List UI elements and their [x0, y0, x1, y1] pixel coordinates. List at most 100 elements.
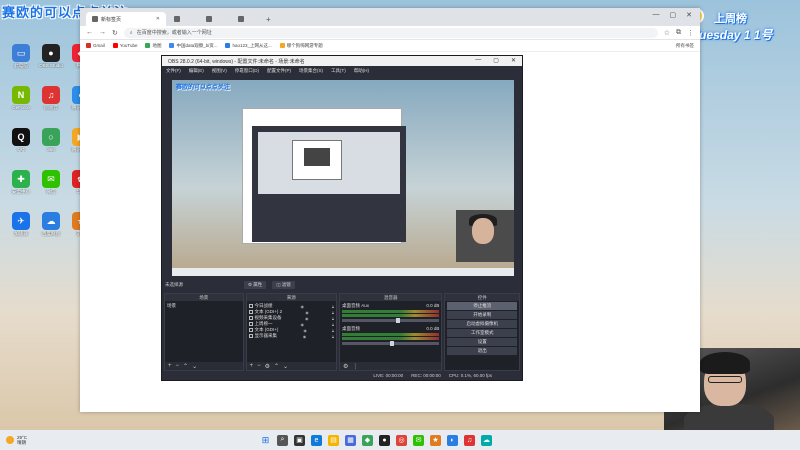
weather-widget[interactable]: 29°C 晴朗 [0, 435, 60, 446]
lock-icon[interactable]: 🔒︎ [332, 316, 334, 321]
eye-icon[interactable]: ◉ [303, 334, 307, 339]
close-icon[interactable]: ✕ [156, 16, 160, 22]
tab-2[interactable] [168, 12, 198, 26]
app4-icon[interactable]: ♫ [464, 434, 475, 446]
filters-button[interactable]: ◫ 滤镜 [272, 281, 295, 289]
chevron-down-icon[interactable]: ⌄ [192, 363, 197, 370]
app2-icon[interactable]: ★ [430, 434, 441, 446]
obs-menu-item[interactable]: 停靠窗口(D) [235, 68, 259, 74]
slider-handle[interactable] [396, 318, 401, 323]
all-bookmarks[interactable]: 所有书签 [676, 43, 694, 49]
bookmark-item[interactable]: Gmail [86, 43, 105, 48]
source-type-icon [248, 334, 253, 338]
task-view-icon[interactable]: ▣ [294, 434, 305, 446]
obs-menu-item[interactable]: 工具(T) [331, 68, 346, 74]
control-button[interactable]: 设置 [447, 338, 517, 346]
source-item[interactable]: 显示器采集 ◉ 🔒︎ [248, 333, 334, 339]
bookmark-item[interactable]: YouTube [112, 43, 137, 48]
control-button[interactable]: 退出 [447, 347, 517, 355]
lock-icon[interactable]: 🔒︎ [332, 322, 334, 327]
reload-icon[interactable]: ↻ [112, 29, 118, 37]
obs-menu-item[interactable]: 场景集合(S) [299, 68, 323, 74]
chevron-up-icon[interactable]: ⌃ [183, 363, 188, 370]
menu-icon[interactable]: ⋮ [687, 29, 694, 37]
desktop-icon[interactable]: ○ 360 [36, 128, 66, 152]
windows-icon[interactable]: ⊞ [260, 435, 271, 446]
control-button[interactable]: 停止推流 [447, 302, 517, 310]
address-input[interactable]: ⌕ 在百度中搜索，或者输入一个网址 [123, 27, 658, 38]
chevron-up-icon[interactable]: ⌃ [274, 363, 279, 370]
lock-icon[interactable]: 🔒︎ [332, 334, 334, 339]
chevron-down-icon[interactable]: ⌄ [283, 363, 288, 370]
forward-icon[interactable]: → [99, 29, 106, 36]
eye-icon[interactable]: ◉ [305, 310, 309, 315]
bookmark-item[interactable]: 哪个狗嗨网游专题 [279, 43, 323, 49]
file-explorer-icon[interactable]: ▤ [328, 434, 339, 446]
lock-icon[interactable]: 🔒︎ [332, 328, 334, 333]
desktop-icon[interactable]: ● OBS Studio [36, 44, 66, 68]
tab-3[interactable] [200, 12, 230, 26]
extensions-icon[interactable]: ⧉ [676, 29, 681, 37]
desktop-icon[interactable]: N GeForce [6, 86, 36, 110]
eye-icon[interactable]: ◉ [305, 316, 309, 321]
volume-slider[interactable] [342, 318, 440, 323]
obs-menu-item[interactable]: 文件(F) [166, 68, 181, 74]
desktop-icon[interactable]: Q QQ [6, 128, 36, 152]
store-icon[interactable]: ▦ [345, 434, 356, 446]
obs-menu-item[interactable]: 帮助(H) [354, 68, 369, 74]
minimize-icon[interactable]: — [475, 57, 481, 64]
bookmark-item[interactable]: 地图 [145, 43, 161, 49]
lock-icon[interactable]: 🔒︎ [332, 310, 334, 315]
obs-icon[interactable]: ● [379, 434, 390, 446]
close-icon[interactable]: ✕ [511, 57, 516, 64]
chrome-icon[interactable]: ◎ [396, 434, 407, 446]
new-tab-button[interactable]: + [266, 15, 271, 26]
app5-icon[interactable]: ☁ [481, 434, 492, 446]
close-icon[interactable]: ✕ [686, 11, 692, 19]
wechat-icon[interactable]: ✉ [413, 434, 424, 446]
scene-item[interactable]: 场景 [167, 303, 241, 309]
bookmark-item[interactable]: hao123_上网从这... [225, 43, 272, 49]
gear-icon[interactable]: ⚙ [265, 363, 270, 370]
search-icon[interactable]: ⌕ [277, 434, 288, 446]
tab-4[interactable] [232, 12, 262, 26]
desktop-icon[interactable]: ✚ 安全中心 [6, 170, 36, 195]
obs-menu-item[interactable]: 配置文件(P) [267, 68, 291, 74]
desktop-icon[interactable]: ♫ 网易云 [36, 86, 66, 111]
gear-icon[interactable]: ⚙ [343, 363, 348, 370]
add-icon[interactable]: + [250, 363, 254, 369]
control-button[interactable]: 启动虚拟摄像机 [447, 320, 517, 328]
app3-icon[interactable]: ◐ [447, 434, 458, 446]
control-button[interactable]: 开始录制 [447, 311, 517, 319]
lock-icon[interactable]: 🔒︎ [332, 304, 334, 309]
obs-menu-item[interactable]: 视图(V) [212, 68, 227, 74]
star-icon[interactable]: ☆ [664, 29, 670, 37]
volume-slider[interactable] [342, 341, 440, 346]
obs-preview[interactable]: 赛欧的可以点点关注 [172, 80, 514, 276]
remove-icon[interactable]: − [257, 363, 261, 369]
eye-icon[interactable]: ◉ [303, 328, 307, 333]
obs-menu-item[interactable]: 编辑(E) [189, 68, 204, 74]
back-icon[interactable]: ← [86, 29, 93, 36]
tab-active[interactable]: 新标签页 ✕ [86, 12, 166, 26]
control-button[interactable]: 工作室模式 [447, 329, 517, 337]
app-icon[interactable]: ◆ [362, 434, 373, 446]
properties-button[interactable]: ⚙ 属性 [244, 281, 267, 289]
eye-icon[interactable]: ◉ [300, 322, 304, 327]
remove-icon[interactable]: − [176, 363, 180, 369]
app-icon: ☁ [42, 212, 60, 230]
scenes-dock: 场景 场景 + − ⌃ ⌄ [164, 293, 244, 371]
maximize-icon[interactable]: ▢ [493, 57, 499, 64]
bookmark-item[interactable]: 中国data观察_bi资... [169, 43, 217, 49]
add-icon[interactable]: + [168, 363, 172, 369]
desktop-icon[interactable]: ✈ 加速器 [6, 212, 36, 237]
maximize-icon[interactable]: ▢ [670, 11, 677, 19]
desktop-icon[interactable]: ☁ 百度网盘 [36, 212, 66, 237]
desktop-icon[interactable]: ✉ 微信 [36, 170, 66, 195]
eye-icon[interactable]: ◉ [300, 304, 304, 309]
edge-icon[interactable]: e [311, 434, 322, 446]
more-icon[interactable]: ⋮ [352, 363, 358, 370]
minimize-icon[interactable]: — [653, 11, 660, 19]
slider-handle[interactable] [390, 341, 395, 346]
desktop-icon[interactable]: ▭ 此电脑 [6, 44, 36, 69]
